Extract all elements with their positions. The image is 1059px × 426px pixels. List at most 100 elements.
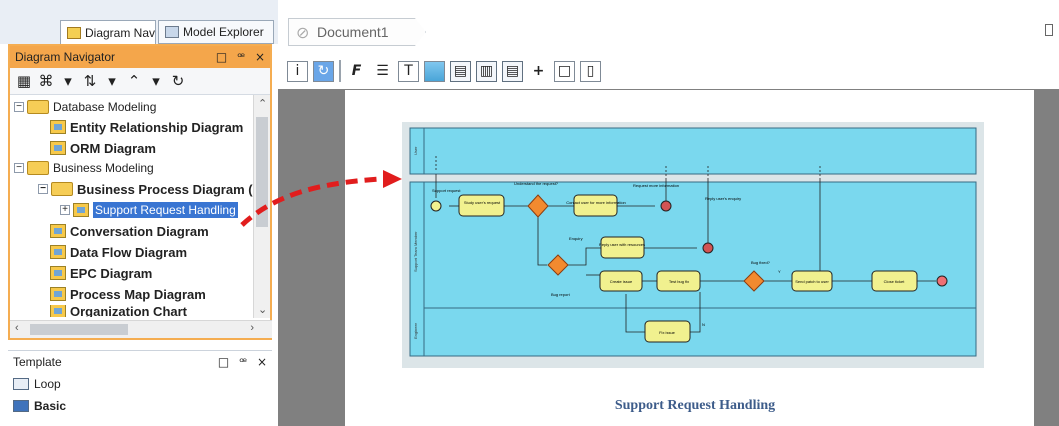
tab-model-explorer[interactable]: Model Explorer bbox=[158, 20, 274, 44]
crop-icon[interactable]: □ bbox=[554, 60, 575, 82]
template-loop[interactable]: Loop bbox=[8, 373, 272, 395]
table-icon[interactable]: ▤ bbox=[450, 60, 471, 82]
basic-icon bbox=[13, 400, 29, 412]
diagram-icon bbox=[50, 141, 66, 155]
support-request-handling-diagram[interactable]: User Support Team Member Engineer Study … bbox=[402, 122, 984, 368]
tab-label: Diagram Navi... bbox=[85, 25, 156, 40]
task-close-ticket: Close ticket bbox=[871, 270, 918, 292]
split-vertical-icon[interactable]: ▤ bbox=[502, 60, 523, 82]
font-icon[interactable]: F bbox=[346, 60, 367, 82]
tree-label: Conversation Diagram bbox=[70, 223, 209, 239]
tab-label: Model Explorer bbox=[183, 25, 264, 39]
tree-item-entity-relationship-diagram[interactable]: Entity Relationship Diagram bbox=[50, 117, 243, 137]
collapse-icon[interactable]: − bbox=[14, 163, 24, 173]
task-label: Fix issue bbox=[659, 330, 676, 335]
model-explorer-icon bbox=[165, 26, 179, 38]
folder-icon bbox=[27, 100, 49, 114]
dropdown-icon[interactable]: ▾ bbox=[104, 72, 120, 90]
scroll-up-icon[interactable]: ⌃ bbox=[258, 97, 267, 110]
horizontal-scrollbar[interactable]: ‹ › bbox=[10, 320, 272, 338]
tree-item-organization-chart[interactable]: Organization Chart bbox=[50, 305, 187, 317]
navigator-toolbar: ▦ ⌘ ▾ ⇅ ▾ ⌃ ▾ ↻ bbox=[10, 68, 270, 95]
scroll-left-icon[interactable]: ‹ bbox=[15, 322, 19, 334]
tree-item-process-map-diagram[interactable]: Process Map Diagram bbox=[50, 284, 206, 304]
close-icon[interactable]: × bbox=[257, 355, 267, 369]
folder-icon bbox=[51, 182, 73, 196]
task-study-users-request: Study user's request bbox=[458, 194, 505, 217]
align-icon[interactable]: ☰ bbox=[372, 60, 393, 82]
up-arrow-icon[interactable]: ⌃ bbox=[126, 72, 142, 90]
template-label: Basic bbox=[34, 399, 67, 413]
pin-icon[interactable]: ꟹ bbox=[237, 50, 245, 64]
info-icon[interactable]: i bbox=[287, 60, 308, 82]
arrow-down-icon[interactable]: ▾ bbox=[60, 72, 76, 90]
loop-icon bbox=[13, 378, 29, 390]
float-icon[interactable]: □ bbox=[216, 50, 227, 64]
flow-label: Bug fixed? bbox=[751, 260, 771, 265]
panel-header: Diagram Navigator □ ꟹ × bbox=[10, 46, 270, 68]
start-event bbox=[430, 200, 442, 212]
tree-item-database-modeling[interactable]: − Database Modeling bbox=[14, 97, 156, 117]
tree-label: Process Map Diagram bbox=[70, 286, 206, 302]
task-label: Send patch to user bbox=[795, 279, 829, 284]
task-label: Study user's request bbox=[464, 200, 501, 205]
tree-label: Database Modeling bbox=[53, 100, 157, 114]
add-icon[interactable]: + bbox=[528, 60, 549, 82]
document-tab[interactable]: Document1 bbox=[288, 18, 426, 46]
scroll-down-icon[interactable]: ⌄ bbox=[258, 303, 267, 316]
collapse-icon[interactable]: − bbox=[14, 102, 24, 112]
page-icon[interactable]: ▯ bbox=[580, 60, 601, 82]
lane-label: User bbox=[413, 146, 418, 155]
flow-label: Y bbox=[778, 269, 781, 274]
tree-item-orm-diagram[interactable]: ORM Diagram bbox=[50, 138, 156, 158]
task-label: Reply user with resources bbox=[599, 242, 645, 247]
template-basic[interactable]: Basic bbox=[8, 395, 272, 417]
grid-icon[interactable]: ▦ bbox=[16, 72, 32, 90]
scroll-right-icon[interactable]: › bbox=[250, 322, 254, 334]
flow-label: Request more information bbox=[633, 183, 679, 188]
diagram-icon bbox=[73, 203, 89, 217]
tree-label: Business Modeling bbox=[53, 161, 154, 175]
diagram-navigator-panel: Diagram Navigator □ ꟹ × ▦ ⌘ ▾ ⇅ ▾ ⌃ ▾ ↻ … bbox=[8, 44, 272, 340]
template-controls: □ ꟹ × bbox=[218, 355, 267, 369]
close-icon[interactable]: × bbox=[255, 50, 265, 64]
collapse-icon[interactable]: − bbox=[38, 184, 48, 194]
tree-item-support-request-handling[interactable]: + Support Request Handling bbox=[60, 200, 238, 220]
task-fix-issue: Fix issue bbox=[644, 320, 691, 343]
sort-icon[interactable]: ⇅ bbox=[82, 72, 98, 90]
task-label: Test bug fix bbox=[669, 279, 689, 284]
pin-icon[interactable]: ꟹ bbox=[239, 355, 247, 369]
refresh-icon[interactable]: ↻ bbox=[170, 72, 186, 90]
structure-icon[interactable]: ⌘ bbox=[38, 72, 54, 90]
tree-item-data-flow-diagram[interactable]: Data Flow Diagram bbox=[50, 242, 187, 262]
image-icon[interactable] bbox=[424, 60, 445, 82]
refresh-icon[interactable]: ↻ bbox=[313, 60, 334, 82]
tree-item-epc-diagram[interactable]: EPC Diagram bbox=[50, 263, 152, 283]
diagram-icon bbox=[50, 120, 66, 134]
diagram-icon bbox=[50, 266, 66, 280]
scroll-thumb[interactable] bbox=[30, 324, 128, 335]
message-end-event bbox=[702, 242, 714, 254]
tree-item-conversation-diagram[interactable]: Conversation Diagram bbox=[50, 221, 209, 241]
tree-item-business-process-diagram[interactable]: − Business Process Diagram ( bbox=[38, 179, 253, 199]
application-window: Diagram Navi... Model Explorer Diagram N… bbox=[0, 0, 1059, 426]
dropdown-icon[interactable]: ▾ bbox=[148, 72, 164, 90]
window-layout-icon[interactable] bbox=[1045, 24, 1053, 36]
tab-diagram-navigator[interactable]: Diagram Navi... bbox=[60, 20, 156, 44]
text-icon[interactable]: T bbox=[398, 60, 419, 82]
task-label: Close ticket bbox=[884, 279, 906, 284]
left-tab-strip: Diagram Navi... Model Explorer bbox=[0, 0, 278, 44]
toolbar-separator bbox=[339, 60, 341, 82]
tree-label: Organization Chart bbox=[70, 305, 188, 317]
split-horizontal-icon[interactable]: ▥ bbox=[476, 60, 497, 82]
diagram-icon bbox=[50, 287, 66, 301]
tree-item-business-modeling[interactable]: − Business Modeling bbox=[14, 158, 154, 178]
expand-icon[interactable]: + bbox=[60, 205, 70, 215]
task-test-bug-fix: Test bug fix bbox=[656, 270, 701, 292]
flow-label: Reply user's enquiry bbox=[705, 196, 741, 201]
float-icon[interactable]: □ bbox=[218, 355, 229, 369]
tree-label: Entity Relationship Diagram bbox=[70, 119, 244, 135]
task-label: Create issue bbox=[610, 279, 633, 284]
diagram-icon bbox=[50, 245, 66, 259]
tree-label: Business Process Diagram ( bbox=[77, 181, 253, 197]
